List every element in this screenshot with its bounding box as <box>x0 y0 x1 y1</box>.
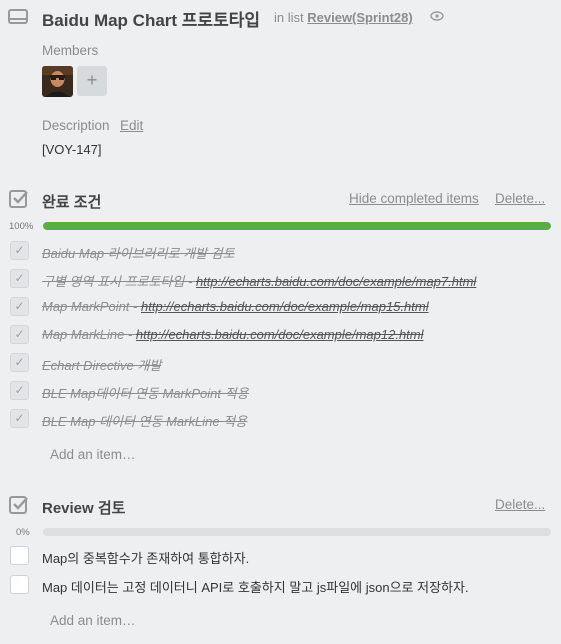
item-label: Map MarkPoint - <box>42 299 141 314</box>
progress-bar <box>43 222 551 230</box>
description-text[interactable]: [VOY-147] <box>42 142 102 157</box>
progress-bar <box>43 528 551 536</box>
checklist-item[interactable]: BLE Map 데이터 연동 MarkLine 적용 <box>42 411 247 430</box>
item-checkbox[interactable]: ✓ <box>10 325 29 344</box>
add-member-button[interactable]: + <box>77 66 107 96</box>
checklist-item[interactable]: BLE Map데이터 연동 MarkPoint 적용 <box>42 383 249 402</box>
add-item-button[interactable]: Add an item… <box>50 613 136 628</box>
item-link[interactable]: http://echarts.baidu.com/doc/example/map… <box>136 327 424 342</box>
checklist-item[interactable]: Map의 중복함수가 존재하여 통합하자. <box>42 548 249 567</box>
item-label: Map MarkLine - <box>42 327 136 342</box>
hide-completed-button[interactable]: Hide completed items <box>349 191 479 206</box>
list-link[interactable]: Review(Sprint28) <box>307 10 412 25</box>
item-label: 구별 영역 표시 프로토타입 - <box>42 274 196 289</box>
item-label: Map의 중복함수가 존재하여 통합하자. <box>42 551 250 566</box>
item-checkbox[interactable] <box>10 546 29 565</box>
item-checkbox[interactable]: ✓ <box>10 409 29 428</box>
checklist-item[interactable]: Map MarkPoint - http://echarts.baidu.com… <box>42 299 429 314</box>
item-checkbox[interactable]: ✓ <box>10 297 29 316</box>
item-label: Map 데이터는 고정 데이터니 API로 호출하지 말고 js파일에 json… <box>42 580 469 595</box>
progress-percent: 100% <box>9 221 34 232</box>
checklist-item[interactable]: Echart Directive 개발 <box>42 355 161 374</box>
item-label: Baidu Map 라이브러리로 개발 검토 <box>42 246 235 261</box>
progress-fill <box>43 222 551 230</box>
item-label: Echart Directive 개발 <box>42 358 162 373</box>
card-icon <box>8 9 28 24</box>
in-list-prefix: in list <box>274 10 304 25</box>
add-item-button[interactable]: Add an item… <box>50 447 136 462</box>
checklist-item[interactable]: Map MarkLine - http://echarts.baidu.com/… <box>42 327 424 342</box>
avatar[interactable] <box>42 66 73 97</box>
checklist-item[interactable]: Baidu Map 라이브러리로 개발 검토 <box>42 243 235 262</box>
item-label: BLE Map 데이터 연동 MarkLine 적용 <box>42 414 248 429</box>
checklist-item[interactable]: 구별 영역 표시 프로토타입 - http://echarts.baidu.co… <box>42 271 476 290</box>
item-label: BLE Map데이터 연동 MarkPoint 적용 <box>42 386 249 401</box>
delete-checklist-button[interactable]: Delete... <box>495 497 545 512</box>
description-label: Description <box>42 118 110 133</box>
item-checkbox[interactable]: ✓ <box>10 269 29 288</box>
item-link[interactable]: http://echarts.baidu.com/doc/example/map… <box>196 274 476 289</box>
members-label: Members <box>42 43 99 58</box>
progress-percent: 0% <box>16 527 30 538</box>
item-checkbox[interactable]: ✓ <box>10 353 29 372</box>
delete-checklist-button[interactable]: Delete... <box>495 191 545 206</box>
checklist-item[interactable]: Map 데이터는 고정 데이터니 API로 호출하지 말고 js파일에 json… <box>42 577 469 596</box>
checklist-icon <box>9 496 28 514</box>
eye-icon[interactable] <box>430 11 444 21</box>
item-checkbox[interactable] <box>10 575 29 594</box>
checklist-title[interactable]: 완료 조건 <box>42 191 101 212</box>
description-edit-link[interactable]: Edit <box>120 118 143 133</box>
list-info: in list Review(Sprint28) <box>274 10 413 25</box>
item-checkbox[interactable]: ✓ <box>10 381 29 400</box>
checklist-icon <box>9 190 28 208</box>
item-checkbox[interactable]: ✓ <box>10 241 29 260</box>
checklist-title[interactable]: Review 검토 <box>42 497 125 518</box>
item-link[interactable]: http://echarts.baidu.com/doc/example/map… <box>141 299 429 314</box>
card-title[interactable]: Baidu Map Chart 프로토타입 <box>42 6 260 31</box>
